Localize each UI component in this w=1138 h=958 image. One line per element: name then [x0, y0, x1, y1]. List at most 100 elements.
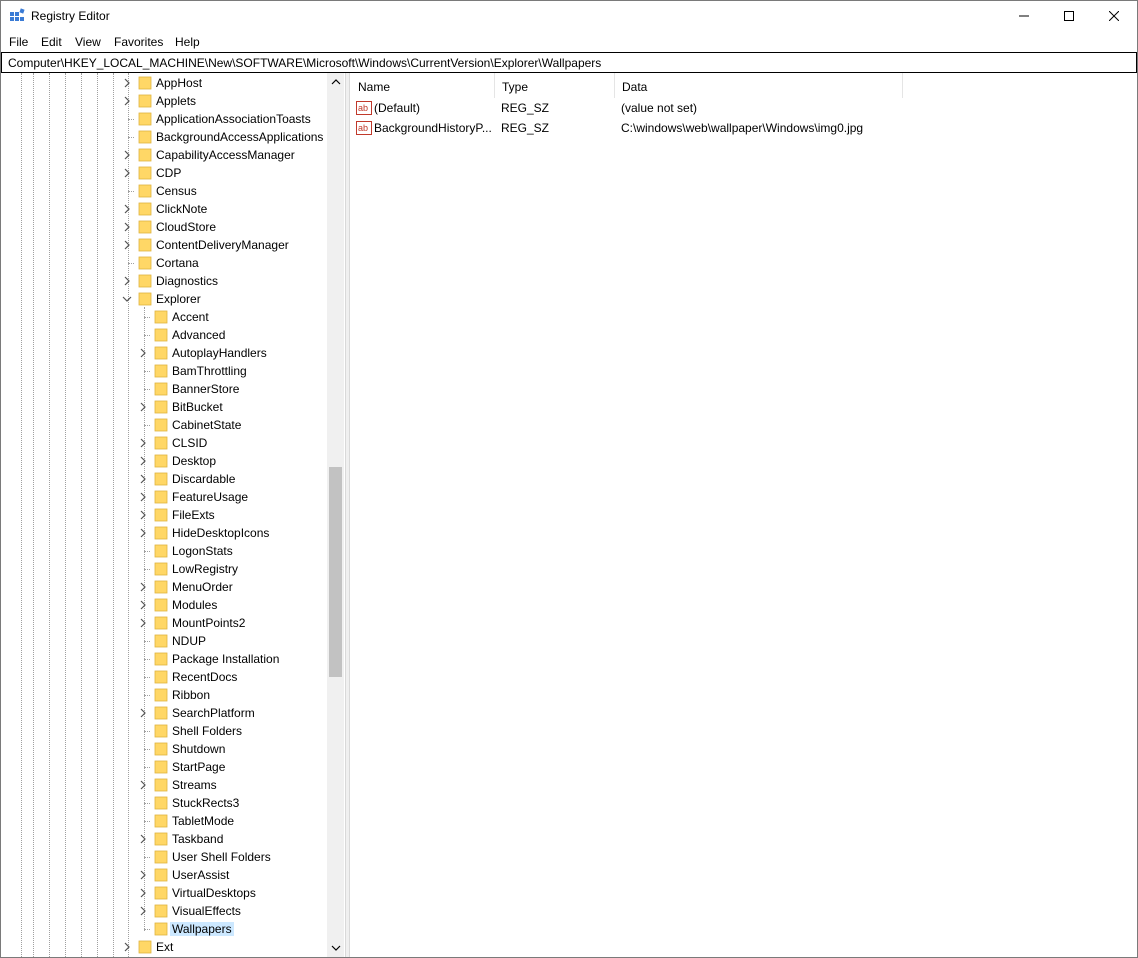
tree-item-label[interactable]: ContentDeliveryManager	[154, 238, 291, 252]
column-header-data[interactable]: Data	[614, 73, 902, 98]
tree-item-cdp[interactable]: CDP	[1, 164, 327, 182]
chevron-right-icon[interactable]	[122, 204, 132, 214]
tree-item-label[interactable]: VirtualDesktops	[170, 886, 258, 900]
tree-item-label[interactable]: StuckRects3	[170, 796, 241, 810]
tree-item-label[interactable]: Cortana	[154, 256, 201, 270]
tree-item-label[interactable]: HideDesktopIcons	[170, 526, 271, 540]
chevron-right-icon[interactable]	[138, 888, 148, 898]
tree-item-label[interactable]: CLSID	[170, 436, 209, 450]
tree-item-contentdeliverymanager[interactable]: ContentDeliveryManager	[1, 236, 327, 254]
chevron-down-icon[interactable]	[122, 294, 132, 304]
title-bar[interactable]: Registry Editor	[1, 1, 1137, 31]
chevron-right-icon[interactable]	[138, 510, 148, 520]
tree-item-ndup[interactable]: NDUP	[1, 632, 327, 650]
tree-item-label[interactable]: FileExts	[170, 508, 217, 522]
tree-item-label[interactable]: CloudStore	[154, 220, 218, 234]
chevron-right-icon[interactable]	[138, 474, 148, 484]
tree-item-label[interactable]: Taskband	[170, 832, 225, 846]
tree-item-fileexts[interactable]: FileExts	[1, 506, 327, 524]
scrollbar-thumb[interactable]	[329, 467, 342, 677]
tree-item-ext[interactable]: Ext	[1, 938, 327, 956]
tree-item-label[interactable]: BackgroundAccessApplications	[154, 130, 325, 144]
tree-item-cabinetstate[interactable]: CabinetState	[1, 416, 327, 434]
tree-item-label[interactable]: Ribbon	[170, 688, 212, 702]
tree-item-label[interactable]: ApplicationAssociationToasts	[154, 112, 313, 126]
tree-item-label[interactable]: MenuOrder	[170, 580, 235, 594]
tree-item-lowregistry[interactable]: LowRegistry	[1, 560, 327, 578]
column-header-type[interactable]: Type	[494, 73, 614, 98]
tree-item-mountpoints2[interactable]: MountPoints2	[1, 614, 327, 632]
column-divider[interactable]	[902, 73, 903, 98]
tree-item-hidedesktopicons[interactable]: HideDesktopIcons	[1, 524, 327, 542]
menu-file[interactable]: File	[9, 35, 28, 49]
tree-item-backgroundaccessapplications[interactable]: BackgroundAccessApplications	[1, 128, 327, 146]
tree-item-label[interactable]: BannerStore	[170, 382, 241, 396]
chevron-right-icon[interactable]	[122, 942, 132, 952]
tree-item-label[interactable]: StartPage	[170, 760, 227, 774]
tree-item-menuorder[interactable]: MenuOrder	[1, 578, 327, 596]
tree-item-logonstats[interactable]: LogonStats	[1, 542, 327, 560]
menu-help[interactable]: Help	[175, 35, 200, 49]
chevron-right-icon[interactable]	[138, 438, 148, 448]
tree-item-advanced[interactable]: Advanced	[1, 326, 327, 344]
tree-item-label[interactable]: AppHost	[154, 76, 204, 90]
tree-item-label[interactable]: NDUP	[170, 634, 208, 648]
tree-item-label[interactable]: Diagnostics	[154, 274, 220, 288]
tree-item-label[interactable]: LowRegistry	[170, 562, 240, 576]
tree-item-census[interactable]: Census	[1, 182, 327, 200]
tree-item-applets[interactable]: Applets	[1, 92, 327, 110]
close-button[interactable]	[1091, 1, 1137, 31]
tree-item-label[interactable]: Shutdown	[170, 742, 227, 756]
tree-item-label[interactable]: Discardable	[170, 472, 237, 486]
chevron-right-icon[interactable]	[138, 600, 148, 610]
chevron-right-icon[interactable]	[122, 150, 132, 160]
tree-item-recentdocs[interactable]: RecentDocs	[1, 668, 327, 686]
tree-item-capabilityaccessmanager[interactable]: CapabilityAccessManager	[1, 146, 327, 164]
tree-item-accent[interactable]: Accent	[1, 308, 327, 326]
tree-item-label[interactable]: CDP	[154, 166, 183, 180]
tree-item-visualeffects[interactable]: VisualEffects	[1, 902, 327, 920]
tree-item-label[interactable]: Wallpapers	[170, 922, 234, 936]
tree-item-label[interactable]: Shell Folders	[170, 724, 244, 738]
tree-item-modules[interactable]: Modules	[1, 596, 327, 614]
tree-item-label[interactable]: MountPoints2	[170, 616, 247, 630]
tree-item-diagnostics[interactable]: Diagnostics	[1, 272, 327, 290]
tree-item-label[interactable]: TabletMode	[170, 814, 236, 828]
tree-item-discardable[interactable]: Discardable	[1, 470, 327, 488]
chevron-right-icon[interactable]	[138, 456, 148, 466]
chevron-right-icon[interactable]	[138, 402, 148, 412]
tree-vertical-scrollbar[interactable]	[327, 73, 344, 957]
chevron-right-icon[interactable]	[138, 906, 148, 916]
tree-item-clsid[interactable]: CLSID	[1, 434, 327, 452]
tree-item-label[interactable]: BamThrottling	[170, 364, 249, 378]
tree-item-streams[interactable]: Streams	[1, 776, 327, 794]
tree-item-startpage[interactable]: StartPage	[1, 758, 327, 776]
tree-item-package-installation[interactable]: Package Installation	[1, 650, 327, 668]
tree-item-label[interactable]: FeatureUsage	[170, 490, 250, 504]
tree-item-shell-folders[interactable]: Shell Folders	[1, 722, 327, 740]
tree-item-label[interactable]: Accent	[170, 310, 211, 324]
tree-item-label[interactable]: Applets	[154, 94, 198, 108]
tree-item-taskband[interactable]: Taskband	[1, 830, 327, 848]
tree-item-label[interactable]: Census	[154, 184, 199, 198]
tree-item-bamthrottling[interactable]: BamThrottling	[1, 362, 327, 380]
tree-item-label[interactable]: Advanced	[170, 328, 227, 342]
tree-item-cloudstore[interactable]: CloudStore	[1, 218, 327, 236]
tree-item-label[interactable]: Package Installation	[170, 652, 281, 666]
tree-item-label[interactable]: SearchPlatform	[170, 706, 257, 720]
tree-item-applicationassociationtoasts[interactable]: ApplicationAssociationToasts	[1, 110, 327, 128]
tree-item-tabletmode[interactable]: TabletMode	[1, 812, 327, 830]
address-bar[interactable]: Computer\HKEY_LOCAL_MACHINE\New\SOFTWARE…	[1, 52, 1137, 73]
tree-item-explorer[interactable]: Explorer	[1, 290, 327, 308]
tree-item-label[interactable]: Ext	[154, 940, 175, 954]
tree-item-clicknote[interactable]: ClickNote	[1, 200, 327, 218]
tree-item-user-shell-folders[interactable]: User Shell Folders	[1, 848, 327, 866]
column-header-name[interactable]: Name	[350, 73, 494, 98]
key-tree[interactable]: AppHost Applets ApplicationAssociationToas…	[1, 73, 345, 957]
menu-favorites[interactable]: Favorites	[114, 35, 163, 49]
tree-item-label[interactable]: ClickNote	[154, 202, 209, 216]
chevron-right-icon[interactable]	[138, 528, 148, 538]
minimize-button[interactable]	[1001, 1, 1047, 31]
tree-item-bitbucket[interactable]: BitBucket	[1, 398, 327, 416]
tree-item-label[interactable]: BitBucket	[170, 400, 225, 414]
